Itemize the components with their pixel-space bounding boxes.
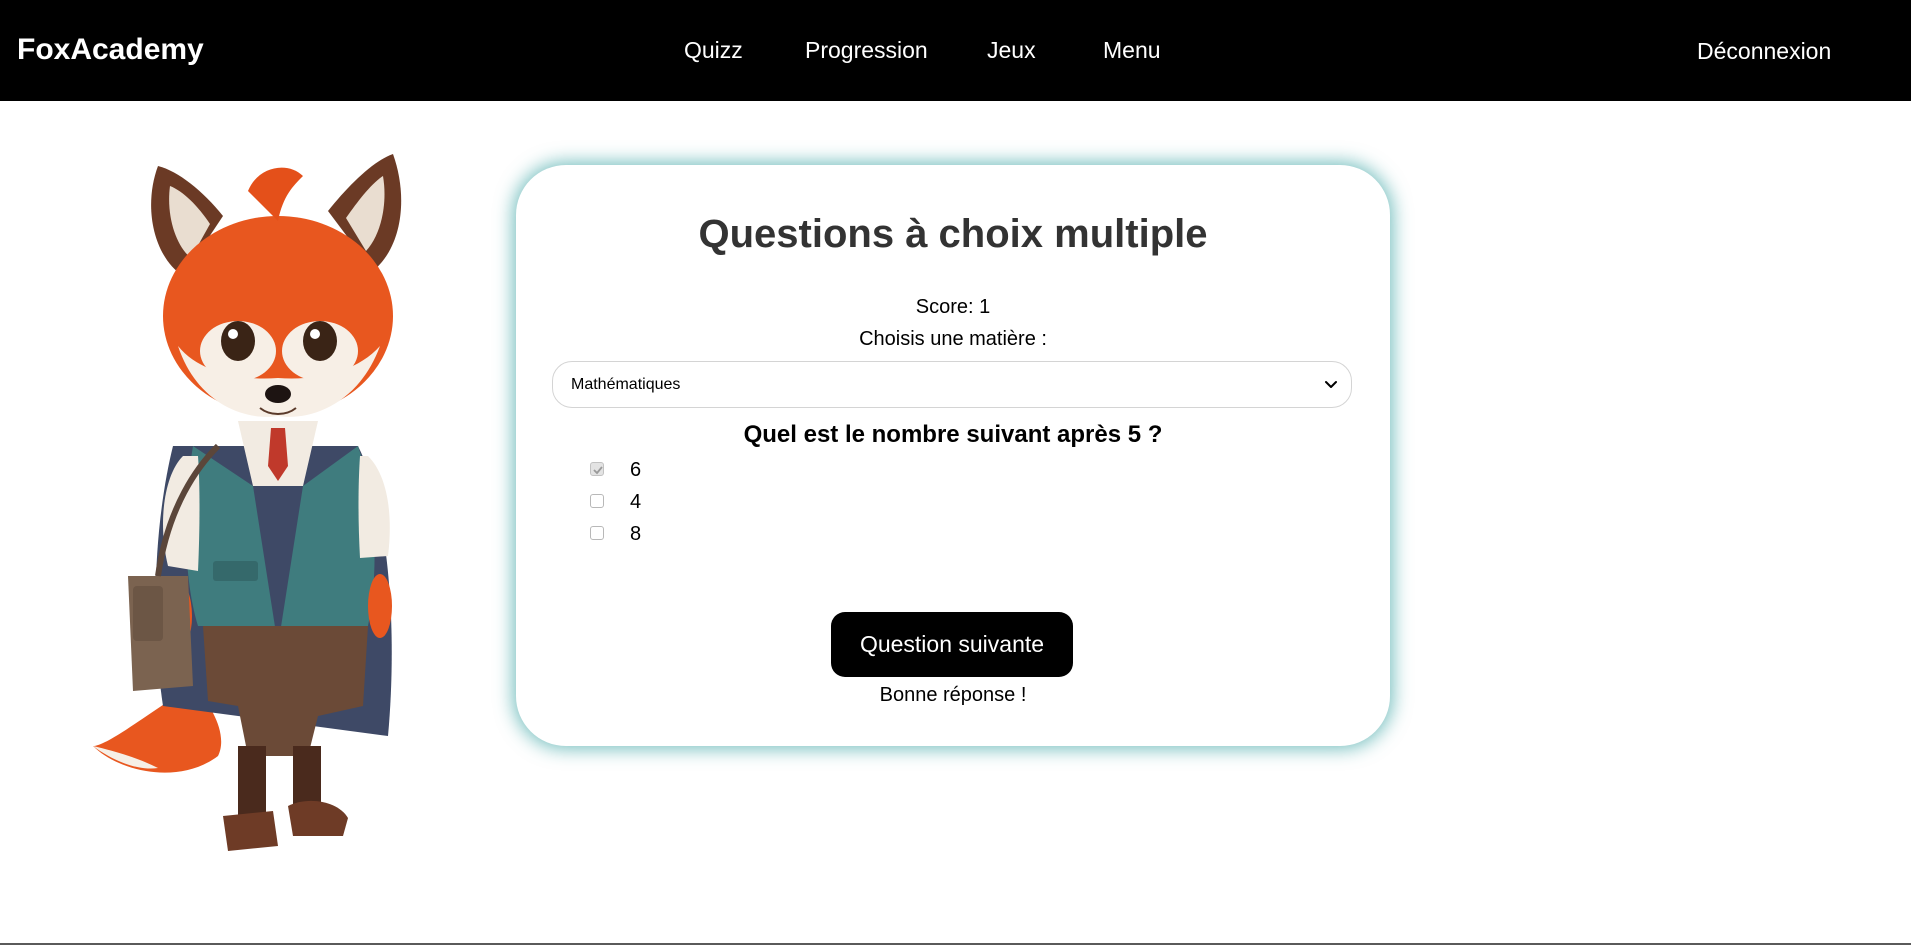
nav-link-progression[interactable]: Progression	[805, 36, 928, 64]
nav-link-quizz[interactable]: Quizz	[684, 36, 743, 64]
subject-select[interactable]: Mathématiques	[552, 361, 1352, 408]
fox-mascot-image	[93, 154, 402, 851]
nav-link-jeux[interactable]: Jeux	[987, 36, 1036, 64]
answer-feedback: Bonne réponse !	[879, 684, 1027, 706]
chevron-down-icon	[1325, 381, 1337, 388]
score-display: Score: 1	[915, 296, 991, 318]
subject-label: Choisis une matière :	[859, 328, 1047, 350]
subject-select-value: Mathématiques	[571, 376, 681, 393]
quiz-title: Questions à choix multiple	[698, 212, 1208, 256]
answer-checkbox[interactable]	[590, 526, 604, 540]
logout-link[interactable]: Déconnexion	[1697, 37, 1831, 65]
quiz-card: Questions à choix multiple Score: 1 Choi…	[516, 165, 1390, 746]
checkmark-icon	[593, 466, 603, 475]
question-text: Quel est le nombre suivant après 5 ?	[743, 421, 1163, 448]
answer-option-label: 6	[630, 459, 642, 481]
answer-option[interactable]: 8	[590, 522, 790, 546]
answer-option-label: 8	[630, 523, 642, 545]
top-navbar: FoxAcademy Quizz Progression Jeux Menu D…	[0, 0, 1911, 101]
next-question-button[interactable]: Question suivante	[831, 612, 1073, 677]
nav-link-menu[interactable]: Menu	[1103, 36, 1161, 64]
answer-option[interactable]: 6	[590, 458, 790, 482]
answer-checkbox[interactable]	[590, 494, 604, 508]
answer-checkbox-checked[interactable]	[590, 462, 604, 476]
answer-option-label: 4	[630, 491, 642, 513]
main-nav: Quizz Progression Jeux Menu	[0, 36, 1911, 66]
answer-option[interactable]: 4	[590, 490, 790, 514]
